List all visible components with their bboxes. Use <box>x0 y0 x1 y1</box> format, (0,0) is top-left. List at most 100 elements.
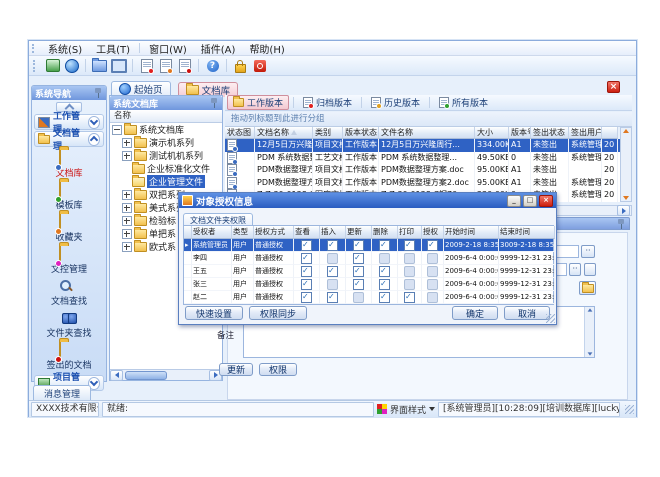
scroll-left-arrow[interactable] <box>110 370 123 381</box>
column-cut[interactable] <box>602 127 618 139</box>
ok-button[interactable]: 确定 <box>452 306 498 320</box>
clear-button[interactable] <box>584 263 596 276</box>
pin-icon[interactable] <box>210 98 219 108</box>
column-category[interactable]: 类别 <box>313 127 343 139</box>
pin-icon[interactable] <box>94 88 103 98</box>
view-checkbox[interactable] <box>301 279 312 290</box>
grid-row[interactable]: PDM数据整理方案.doc项目文档 工作版本PDM数据整理方案.doc 95.0… <box>225 164 620 177</box>
permission-row[interactable]: 赵二用户 普通授权 2009-6-4 0:00:009999-12-31 23:… <box>184 291 553 304</box>
minimize-button[interactable]: _ <box>507 195 521 207</box>
expand-icon[interactable] <box>122 190 132 200</box>
globe-icon[interactable] <box>62 57 81 74</box>
grid-vertical-scrollbar[interactable] <box>620 127 632 202</box>
sidebar-item-doc-control[interactable]: 文控管理 <box>32 246 106 275</box>
toolbar-grip[interactable] <box>33 60 38 72</box>
scroll-down-arrow[interactable] <box>623 196 629 200</box>
sidebar-item-favorites[interactable]: 收藏夹 <box>32 214 106 243</box>
permission-button[interactable]: 权限 <box>259 363 297 376</box>
column-size[interactable]: 大小 <box>475 127 509 139</box>
help-icon[interactable] <box>203 57 222 74</box>
window-resize-grip[interactable] <box>625 405 634 414</box>
column-version-state[interactable]: 版本状态 <box>343 127 379 139</box>
delete-checkbox[interactable] <box>379 240 390 251</box>
sidebar-item-checked-out-docs[interactable]: 签出的文档 <box>32 342 106 371</box>
column-delete[interactable]: 删除 <box>372 226 398 239</box>
tree-node[interactable]: 演示机系列 <box>110 136 222 149</box>
lock-icon[interactable] <box>231 57 250 74</box>
tree-horizontal-scrollbar[interactable] <box>110 369 222 380</box>
column-insert[interactable]: 插入 <box>320 226 346 239</box>
tree-node[interactable]: 企业标准化文件 <box>110 162 222 175</box>
authorize-checkbox[interactable] <box>427 253 438 264</box>
update-checkbox[interactable] <box>353 266 364 277</box>
collapse-icon[interactable] <box>112 125 122 135</box>
column-status-icon[interactable]: 状态图 <box>225 127 255 139</box>
authorize-checkbox[interactable] <box>427 292 438 303</box>
delete-checkbox[interactable] <box>379 253 390 264</box>
quick-setup-button[interactable]: 快速设置 <box>185 306 243 320</box>
grid-row[interactable]: 12月5日万兴隆周行...项目文档 工作版本12月5日万兴隆周行... 334.… <box>225 139 620 152</box>
print-checkbox[interactable] <box>404 253 415 264</box>
insert-checkbox[interactable] <box>327 240 338 251</box>
expand-icon[interactable] <box>122 229 132 239</box>
view-checkbox[interactable] <box>301 253 312 264</box>
print-checkbox[interactable] <box>404 240 415 251</box>
textarea-scrollbar[interactable] <box>584 307 594 357</box>
menu-plugins[interactable]: 插件(A) <box>194 40 243 57</box>
workspace-icon[interactable] <box>109 57 128 74</box>
column-print[interactable]: 打印 <box>398 226 422 239</box>
print-checkbox[interactable] <box>404 266 415 277</box>
column-grantee[interactable]: 受权者 <box>192 226 232 239</box>
permission-row[interactable]: 王五用户 普通授权 2009-6-4 0:00:009999-12-31 23:… <box>184 265 553 278</box>
group-by-bar[interactable]: 拖动列标题到此进行分组 <box>225 112 632 127</box>
menu-system[interactable]: 系统(S) <box>41 40 89 57</box>
dialog-titlebar[interactable]: 对象授权信息 _ □ × <box>179 193 556 208</box>
sidebar-item-template-library[interactable]: 模板库 <box>32 182 106 211</box>
expand-icon[interactable] <box>122 242 132 252</box>
tree-node[interactable]: 测试机机系列 <box>110 149 222 162</box>
expand-icon[interactable] <box>122 203 132 213</box>
delete-checkbox[interactable] <box>379 279 390 290</box>
maximize-button[interactable]: □ <box>523 195 537 207</box>
insert-checkbox[interactable] <box>327 253 338 264</box>
print-checkbox[interactable] <box>404 292 415 303</box>
update-checkbox[interactable] <box>353 292 364 303</box>
scroll-right-arrow[interactable] <box>617 205 630 216</box>
column-checkout-state[interactable]: 签出状态 <box>531 127 569 139</box>
insert-checkbox[interactable] <box>327 292 338 303</box>
work-version-button[interactable]: 工作版本 <box>227 95 289 110</box>
update-checkbox[interactable] <box>353 240 364 251</box>
doc-delete-icon[interactable] <box>175 57 194 74</box>
column-type[interactable]: 类型 <box>232 226 254 239</box>
permission-row[interactable]: 张三用户 普通授权 2009-6-4 0:00:009999-12-31 23:… <box>184 278 553 291</box>
column-authorize[interactable]: 授权 <box>422 226 444 239</box>
update-checkbox[interactable] <box>353 279 364 290</box>
sync-computer-icon[interactable] <box>43 57 62 74</box>
column-view[interactable]: 查看 <box>294 226 320 239</box>
column-start-time[interactable]: 开始时间 <box>444 226 499 239</box>
open-folder-button[interactable] <box>579 281 596 295</box>
column-auth-mode[interactable]: 授权方式 <box>254 226 294 239</box>
view-checkbox[interactable] <box>301 240 312 251</box>
insert-checkbox[interactable] <box>327 279 338 290</box>
menu-tools[interactable]: 工具(T) <box>89 40 137 57</box>
exit-icon[interactable] <box>250 57 269 74</box>
print-checkbox[interactable] <box>404 279 415 290</box>
scroll-thumb[interactable] <box>125 371 167 380</box>
sidebar-item-doc-library[interactable]: 文档库 <box>32 150 106 179</box>
browse-button[interactable]: ·· <box>581 245 595 258</box>
ui-style-selector[interactable]: 界面样式 <box>390 403 435 416</box>
chevron-up-icon[interactable] <box>88 133 100 146</box>
menu-help[interactable]: 帮助(H) <box>242 40 291 57</box>
column-end-time[interactable]: 结束时间 <box>499 226 555 239</box>
sidebar-group-document[interactable]: 文档管理 <box>34 131 104 147</box>
doc-check-icon[interactable] <box>156 57 175 74</box>
authorize-checkbox[interactable] <box>427 266 438 277</box>
permission-row[interactable]: 李四用户 普通授权 2009-6-4 0:00:009999-12-31 23:… <box>184 252 553 265</box>
delete-checkbox[interactable] <box>379 292 390 303</box>
sidebar-item-folder-search[interactable]: 文件夹查找 <box>32 310 106 339</box>
message-management-tab[interactable]: 消息管理 <box>33 385 91 400</box>
tree-root[interactable]: 系统文档库 <box>110 123 222 136</box>
column-file-name[interactable]: 文件名称 <box>379 127 475 139</box>
archived-version-button[interactable]: 归档版本 <box>298 96 357 109</box>
